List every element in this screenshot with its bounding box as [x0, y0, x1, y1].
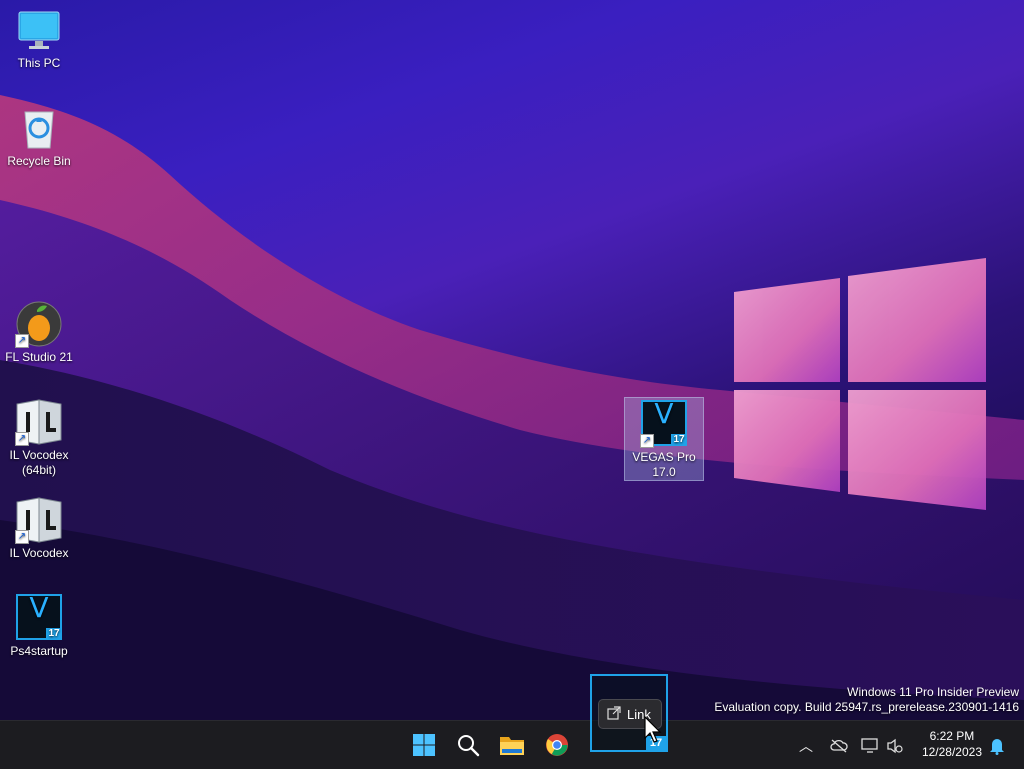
desktop[interactable]: This PC Recycle Bin ↗ FL Studio 21 ↗ IL … [0, 0, 1024, 720]
watermark-line-2: Evaluation copy. Build 25947.rs_prerelea… [714, 700, 1019, 714]
clock-time: 6:22 PM [929, 729, 975, 743]
onedrive-offline-icon[interactable] [828, 735, 850, 757]
vegas-app-icon: V 17 [15, 594, 63, 642]
desktop-icon-il-vocodex-64[interactable]: ↗ IL Vocodex (64bit) [0, 398, 78, 478]
desktop-icon-this-pc[interactable]: This PC [0, 6, 78, 71]
chrome-button[interactable] [541, 729, 573, 761]
desktop-icon-il-vocodex[interactable]: ↗ IL Vocodex [0, 496, 78, 561]
icon-label: Ps4startup [10, 644, 68, 658]
start-button[interactable] [408, 729, 440, 761]
version-badge: 17 [671, 434, 687, 446]
il-vocodex-icon: ↗ [15, 496, 63, 544]
windows-logo-icon [413, 734, 435, 756]
search-button[interactable] [452, 729, 484, 761]
desktop-icon-recycle-bin[interactable]: Recycle Bin [0, 104, 78, 169]
icon-label: IL Vocodex (64bit) [9, 448, 69, 477]
mouse-cursor-icon [644, 715, 664, 749]
icon-label: IL Vocodex [9, 546, 69, 560]
taskbar: ︿ 6:22 PM 12/28/2023 [0, 720, 1024, 769]
icon-label: Recycle Bin [7, 154, 71, 168]
search-icon [458, 735, 480, 757]
shortcut-arrow-icon: ↗ [15, 432, 29, 446]
windows-watermark: Windows 11 Pro Insider Preview Evaluatio… [714, 685, 1019, 715]
chevron-up-icon[interactable]: ︿ [795, 735, 817, 757]
wallpaper [0, 95, 1024, 720]
desktop-icon-vegas-pro[interactable]: V 17 ↗ VEGAS Pro 17.0 [624, 397, 704, 481]
vegas-app-icon: V 17 ↗ [640, 400, 688, 448]
vegas-glyph: V [29, 591, 49, 624]
system-clock[interactable]: 6:22 PM 12/28/2023 [922, 728, 982, 760]
icon-label: FL Studio 21 [5, 350, 73, 364]
clock-date: 12/28/2023 [921, 745, 982, 759]
vegas-logo-icon: V 17 [16, 594, 62, 640]
monitor-icon [15, 6, 63, 54]
desktop-icon-ps4startup[interactable]: V 17 Ps4startup [0, 594, 78, 659]
vegas-glyph: V [654, 397, 674, 430]
notification-bell-icon[interactable] [986, 735, 1008, 757]
chrome-icon [546, 734, 568, 756]
volume-muted-icon[interactable] [884, 735, 906, 757]
link-icon [607, 705, 621, 723]
shortcut-arrow-icon: ↗ [15, 334, 29, 348]
fl-studio-icon: ↗ [15, 300, 63, 348]
icon-label: VEGAS Pro 17.0 [632, 450, 696, 479]
recycle-bin-icon [15, 104, 63, 152]
desktop-icon-fl-studio[interactable]: ↗ FL Studio 21 [0, 300, 78, 365]
shortcut-arrow-icon: ↗ [640, 434, 654, 448]
watermark-line-1: Windows 11 Pro Insider Preview [847, 685, 1019, 699]
folder-icon [500, 737, 524, 755]
icon-label: This PC [17, 56, 61, 70]
network-icon[interactable] [859, 735, 881, 757]
il-vocodex-icon: ↗ [15, 398, 63, 446]
shortcut-arrow-icon: ↗ [15, 530, 29, 544]
version-badge: 17 [46, 628, 62, 640]
file-explorer-button[interactable] [496, 729, 528, 761]
